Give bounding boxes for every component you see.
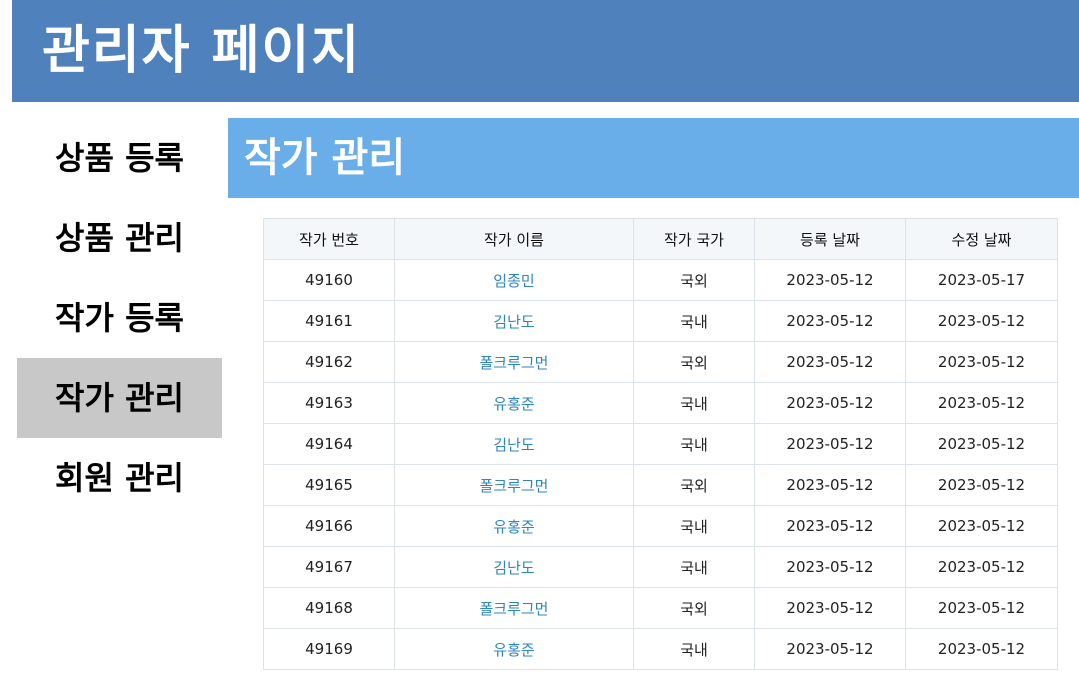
- modified-date-cell: 2023-05-12: [905, 423, 1058, 465]
- author-country-cell: 국외: [633, 587, 755, 629]
- author-name-link[interactable]: 김난도: [493, 436, 534, 454]
- author-name-cell: 유홍준: [394, 628, 634, 670]
- author-table-container: 작가 번호 작가 이름 작가 국가 등록 날짜 수정 날짜 49160 임종민 국외 2023…: [263, 218, 1058, 670]
- author-country-cell: 국내: [633, 628, 755, 670]
- registered-date-cell: 2023-05-12: [754, 382, 906, 424]
- author-name-cell: 유홍준: [394, 505, 634, 547]
- table-row: 49161 김난도 국내 2023-05-12 2023-05-12: [263, 300, 1058, 342]
- author-country-cell: 국내: [633, 300, 755, 342]
- modified-date-cell: 2023-05-12: [905, 505, 1058, 547]
- author-name-cell: 김난도: [394, 546, 634, 588]
- section-title: 작가 관리: [244, 135, 406, 181]
- author-id-cell: 49166: [263, 505, 395, 547]
- author-id-cell: 49169: [263, 628, 395, 670]
- author-name-cell: 임종민: [394, 259, 634, 301]
- modified-date-cell: 2023-05-12: [905, 382, 1058, 424]
- registered-date-cell: 2023-05-12: [754, 259, 906, 301]
- section-header: 작가 관리: [228, 118, 1079, 198]
- modified-date-cell: 2023-05-12: [905, 628, 1058, 670]
- modified-date-cell: 2023-05-12: [905, 464, 1058, 506]
- author-name-link[interactable]: 김난도: [493, 559, 534, 577]
- author-name-cell: 유홍준: [394, 382, 634, 424]
- sidebar-item-author-manage[interactable]: 작가 관리: [17, 358, 222, 438]
- table-row: 49164 김난도 국내 2023-05-12 2023-05-12: [263, 423, 1058, 465]
- author-id-cell: 49164: [263, 423, 395, 465]
- table-row: 49168 폴크루그먼 국외 2023-05-12 2023-05-12: [263, 587, 1058, 629]
- registered-date-cell: 2023-05-12: [754, 341, 906, 383]
- author-name-link[interactable]: 유홍준: [493, 518, 534, 536]
- table-row: 49166 유홍준 국내 2023-05-12 2023-05-12: [263, 505, 1058, 547]
- author-country-cell: 국내: [633, 546, 755, 588]
- modified-date-cell: 2023-05-12: [905, 300, 1058, 342]
- sidebar: 상품 등록 상품 관리 작가 등록 작가 관리 회원 관리: [17, 118, 222, 518]
- sidebar-item-product-manage[interactable]: 상품 관리: [17, 198, 222, 278]
- registered-date-cell: 2023-05-12: [754, 587, 906, 629]
- app-header: 관리자 페이지: [12, 0, 1079, 102]
- modified-date-cell: 2023-05-17: [905, 259, 1058, 301]
- sidebar-item-member-manage[interactable]: 회원 관리: [17, 438, 222, 518]
- author-country-cell: 국외: [633, 341, 755, 383]
- author-name-link[interactable]: 유홍준: [493, 641, 534, 659]
- sidebar-item-author-register[interactable]: 작가 등록: [17, 278, 222, 358]
- registered-date-cell: 2023-05-12: [754, 300, 906, 342]
- table-row: 49165 폴크루그먼 국외 2023-05-12 2023-05-12: [263, 464, 1058, 506]
- author-id-cell: 49163: [263, 382, 395, 424]
- table-row: 49169 유홍준 국내 2023-05-12 2023-05-12: [263, 628, 1058, 670]
- modified-date-cell: 2023-05-12: [905, 587, 1058, 629]
- author-country-cell: 국내: [633, 505, 755, 547]
- table-row: 49160 임종민 국외 2023-05-12 2023-05-17: [263, 259, 1058, 301]
- column-author-name: 작가 이름: [394, 218, 634, 260]
- table-row: 49163 유홍준 국내 2023-05-12 2023-05-12: [263, 382, 1058, 424]
- column-author-country: 작가 국가: [633, 218, 755, 260]
- author-country-cell: 국외: [633, 464, 755, 506]
- author-id-cell: 49162: [263, 341, 395, 383]
- table-row: 49162 폴크루그먼 국외 2023-05-12 2023-05-12: [263, 341, 1058, 383]
- registered-date-cell: 2023-05-12: [754, 546, 906, 588]
- author-country-cell: 국내: [633, 423, 755, 465]
- table-row: 49167 김난도 국내 2023-05-12 2023-05-12: [263, 546, 1058, 588]
- modified-date-cell: 2023-05-12: [905, 341, 1058, 383]
- author-name-link[interactable]: 임종민: [493, 272, 534, 290]
- author-table: 작가 번호 작가 이름 작가 국가 등록 날짜 수정 날짜 49160 임종민 국외 2023…: [263, 218, 1058, 670]
- author-name-cell: 폴크루그먼: [394, 341, 634, 383]
- author-country-cell: 국외: [633, 259, 755, 301]
- table-body: 49160 임종민 국외 2023-05-12 2023-05-17 49161 김난도 국내…: [263, 259, 1058, 670]
- registered-date-cell: 2023-05-12: [754, 423, 906, 465]
- author-id-cell: 49168: [263, 587, 395, 629]
- sidebar-item-product-register[interactable]: 상품 등록: [17, 118, 222, 198]
- author-name-link[interactable]: 폴크루그먼: [479, 600, 548, 618]
- author-name-link[interactable]: 유홍준: [493, 395, 534, 413]
- registered-date-cell: 2023-05-12: [754, 464, 906, 506]
- column-modified-date: 수정 날짜: [905, 218, 1058, 260]
- author-name-cell: 폴크루그먼: [394, 587, 634, 629]
- author-id-cell: 49160: [263, 259, 395, 301]
- author-name-cell: 김난도: [394, 300, 634, 342]
- table-header-row: 작가 번호 작가 이름 작가 국가 등록 날짜 수정 날짜: [263, 218, 1058, 260]
- modified-date-cell: 2023-05-12: [905, 546, 1058, 588]
- author-name-cell: 김난도: [394, 423, 634, 465]
- author-name-link[interactable]: 폴크루그먼: [479, 477, 548, 495]
- author-id-cell: 49167: [263, 546, 395, 588]
- registered-date-cell: 2023-05-12: [754, 505, 906, 547]
- author-name-link[interactable]: 김난도: [493, 313, 534, 331]
- author-name-cell: 폴크루그먼: [394, 464, 634, 506]
- page-title: 관리자 페이지: [42, 21, 362, 81]
- registered-date-cell: 2023-05-12: [754, 628, 906, 670]
- author-name-link[interactable]: 폴크루그먼: [479, 354, 548, 372]
- author-id-cell: 49165: [263, 464, 395, 506]
- column-author-id: 작가 번호: [263, 218, 395, 260]
- author-country-cell: 국내: [633, 382, 755, 424]
- column-registered-date: 등록 날짜: [754, 218, 906, 260]
- author-id-cell: 49161: [263, 300, 395, 342]
